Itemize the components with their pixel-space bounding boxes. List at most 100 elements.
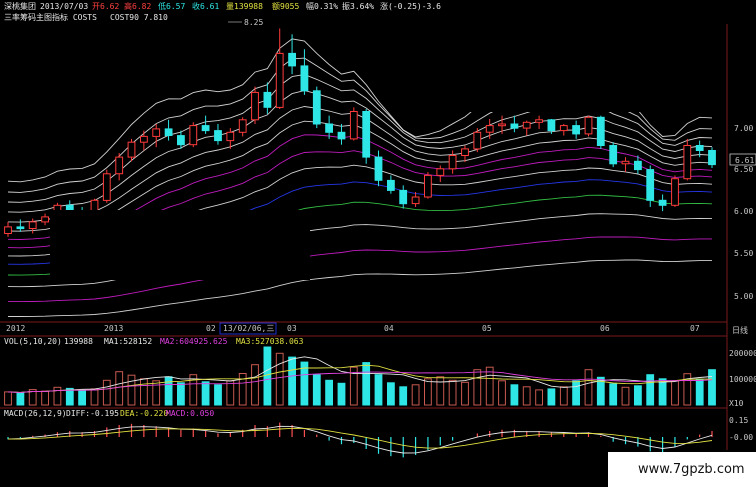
volume-bar[interactable] (16, 392, 25, 406)
volume-bar[interactable] (646, 374, 655, 406)
volume-bar[interactable] (461, 381, 469, 406)
volume-bar[interactable] (140, 378, 148, 406)
volume-bar[interactable] (374, 374, 383, 406)
volume-bar[interactable] (522, 386, 531, 406)
volume-bar[interactable] (634, 385, 642, 406)
candle-body[interactable] (4, 226, 12, 234)
volume-bar[interactable] (102, 379, 111, 406)
candle-body[interactable] (695, 145, 704, 151)
volume-bar[interactable] (115, 371, 124, 406)
volume-bar[interactable] (584, 369, 593, 406)
volume-bar[interactable] (325, 379, 334, 406)
candle-body[interactable] (140, 135, 148, 143)
candle-body[interactable] (337, 131, 346, 140)
candle-body[interactable] (559, 125, 568, 132)
volume-bar[interactable] (41, 390, 50, 406)
candle-body[interactable] (164, 128, 173, 136)
candle-body[interactable] (41, 216, 50, 223)
candle-body[interactable] (152, 128, 161, 137)
candle-body[interactable] (238, 119, 247, 133)
candle-body[interactable] (510, 123, 519, 129)
candle-body[interactable] (671, 178, 679, 206)
volume-bar[interactable] (436, 376, 445, 406)
candle-body[interactable] (658, 199, 667, 206)
candle-body[interactable] (177, 135, 185, 146)
candle-body[interactable] (399, 189, 408, 205)
candle-body[interactable] (263, 91, 272, 108)
candle-body[interactable] (461, 148, 469, 156)
volume-bar[interactable] (547, 388, 556, 406)
volume-bar[interactable] (53, 386, 62, 406)
volume-bar[interactable] (708, 369, 716, 406)
volume-bar[interactable] (658, 378, 667, 406)
candle-body[interactable] (411, 196, 420, 205)
volume-bar[interactable] (559, 386, 568, 406)
candle-body[interactable] (65, 204, 74, 211)
candle-body[interactable] (16, 226, 25, 230)
price-panel[interactable]: 8.25 (4, 18, 726, 317)
volume-bar[interactable] (424, 378, 432, 406)
volume-bar[interactable] (263, 346, 272, 406)
candle-body[interactable] (349, 111, 358, 140)
candle-body[interactable] (275, 52, 284, 108)
candle-body[interactable] (547, 119, 556, 132)
candle-body[interactable] (609, 145, 618, 165)
volume-bar[interactable] (621, 386, 630, 406)
candle-body[interactable] (312, 90, 321, 125)
candle-body[interactable] (596, 116, 605, 147)
candle-body[interactable] (634, 160, 642, 171)
volume-bar[interactable] (473, 369, 482, 406)
volume-bar[interactable] (288, 356, 297, 406)
volume-bar[interactable] (238, 373, 247, 406)
volume-bar[interactable] (127, 374, 136, 406)
volume-bar[interactable] (510, 384, 519, 406)
candle-body[interactable] (584, 116, 593, 135)
volume-bar[interactable] (312, 374, 321, 406)
candle-body[interactable] (251, 91, 259, 121)
candle-body[interactable] (201, 125, 210, 132)
candle-body[interactable] (189, 125, 198, 146)
candle-body[interactable] (387, 179, 395, 191)
candle-body[interactable] (424, 174, 432, 198)
volume-bar[interactable] (214, 384, 222, 406)
candle-body[interactable] (436, 168, 445, 176)
volume-bar[interactable] (275, 352, 284, 406)
volume-bar[interactable] (498, 380, 506, 406)
candle-body[interactable] (535, 119, 544, 123)
volume-bar[interactable] (65, 387, 74, 406)
volume-bar[interactable] (399, 386, 408, 406)
volume-bar[interactable] (201, 381, 210, 406)
volume-bars[interactable] (4, 346, 716, 406)
volume-bar[interactable] (572, 380, 581, 406)
volume-bar[interactable] (4, 391, 12, 406)
volume-bar[interactable] (695, 378, 704, 406)
volume-bar[interactable] (226, 380, 235, 406)
candle-body[interactable] (28, 221, 37, 229)
volume-bar[interactable] (485, 366, 494, 406)
candle-body[interactable] (621, 160, 630, 165)
candle-body[interactable] (498, 123, 506, 127)
candle-body[interactable] (646, 169, 655, 201)
volume-bar[interactable] (411, 384, 420, 406)
volume-bar[interactable] (177, 382, 185, 406)
volume-bar[interactable] (535, 389, 544, 406)
volume-bar[interactable] (609, 383, 618, 406)
volume-bar[interactable] (671, 380, 679, 406)
volume-bar[interactable] (362, 362, 371, 406)
candle-body[interactable] (226, 131, 235, 142)
volume-bar[interactable] (337, 382, 346, 406)
candle-body[interactable] (362, 111, 371, 158)
candle-body[interactable] (127, 141, 136, 158)
candle-body[interactable] (214, 130, 222, 142)
volume-bar[interactable] (164, 376, 173, 406)
macd-panel[interactable]: MACD(26,12,9) DIFF:-0.195 DEA:-0.220 MAC… (0, 407, 753, 458)
macd-bars[interactable] (7, 422, 713, 458)
candle-body[interactable] (374, 156, 383, 181)
candle-body[interactable] (102, 173, 111, 201)
volume-bar[interactable] (387, 382, 395, 406)
candle-body[interactable] (300, 65, 309, 92)
candle-body[interactable] (115, 156, 124, 175)
candle-body[interactable] (572, 125, 581, 135)
volume-panel[interactable]: VOL(5,10,20) 139988 MA1:528152 MA2:60492… (0, 335, 756, 408)
candle-body[interactable] (325, 123, 334, 133)
